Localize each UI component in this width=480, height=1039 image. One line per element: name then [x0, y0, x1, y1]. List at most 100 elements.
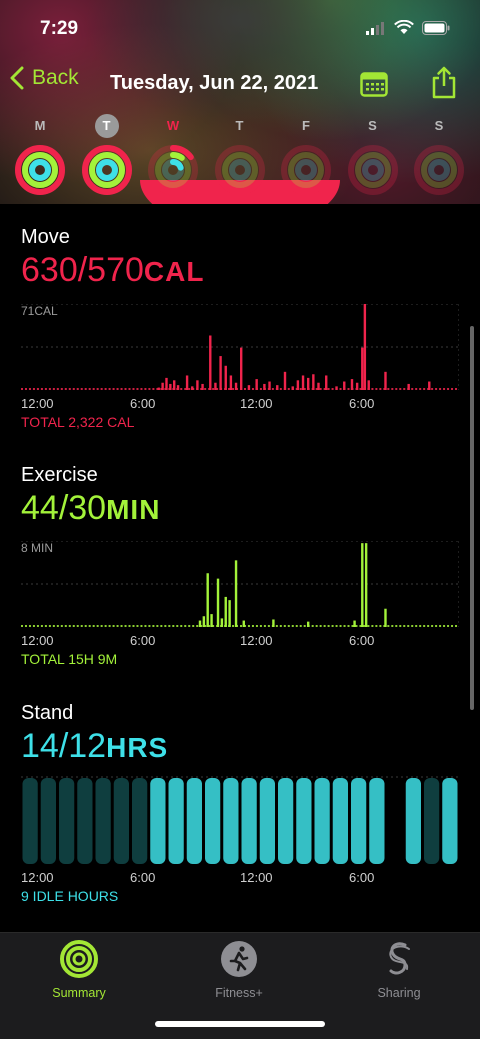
activity-rings-icon: [347, 145, 398, 195]
activity-rings-icon: [148, 145, 198, 195]
baseline-bar: [120, 625, 123, 627]
chart-bar: [428, 381, 431, 390]
baseline-bar: [112, 625, 115, 627]
chart-bar: [363, 304, 367, 390]
baseline-bar: [331, 625, 334, 627]
baseline-bar: [455, 388, 458, 390]
chart-bar: [185, 375, 189, 390]
baseline-bar: [399, 625, 402, 627]
baseline-bar: [21, 388, 23, 390]
chart-bar: [384, 608, 387, 627]
back-button[interactable]: Back: [10, 66, 79, 90]
baseline-bar: [172, 625, 175, 627]
baseline-bar: [48, 625, 51, 627]
chart-bar: [161, 382, 164, 390]
chart-bar: [228, 600, 231, 627]
day-6[interactable]: S: [409, 114, 469, 196]
baseline-bar: [259, 388, 262, 390]
baseline-bar: [56, 388, 59, 390]
stand-value-number: 14/12: [21, 727, 107, 765]
stand-chart-svg: [21, 776, 459, 864]
day-3[interactable]: T: [210, 114, 270, 196]
stand-hour-bar: [113, 778, 129, 864]
day-5[interactable]: S: [343, 114, 403, 196]
baseline-bar: [419, 625, 422, 627]
baseline-bar: [120, 388, 123, 390]
baseline-bar: [355, 625, 358, 627]
chart-bar: [206, 573, 209, 627]
baseline-bar: [140, 625, 143, 627]
stand-axis-tick: 6:00: [349, 870, 375, 885]
baseline-bar: [279, 625, 282, 627]
baseline-bar: [435, 388, 438, 390]
baseline-bar: [343, 625, 346, 627]
baseline-bar: [68, 388, 71, 390]
chart-bar: [384, 371, 387, 390]
baseline-bar: [100, 625, 103, 627]
day-2[interactable]: W: [143, 114, 203, 196]
tab-label: Fitness+: [215, 986, 263, 1000]
baseline-bar: [295, 625, 298, 627]
day-4[interactable]: F: [276, 114, 336, 196]
stand-hour-bar: [150, 778, 166, 864]
tab-summary[interactable]: Summary: [19, 939, 139, 1000]
baseline-bar: [204, 388, 207, 390]
baseline-bar: [315, 625, 318, 627]
baseline-bar: [411, 388, 414, 390]
chart-bar: [263, 383, 266, 390]
baseline-bar: [263, 625, 266, 627]
chart-bar: [216, 578, 220, 627]
baseline-bar: [439, 388, 442, 390]
baseline-bar: [399, 388, 402, 390]
baseline-bar: [275, 625, 278, 627]
baseline-bar: [80, 388, 83, 390]
baseline-bar: [24, 625, 27, 627]
day-1[interactable]: T: [77, 114, 137, 196]
activity-rings-icon: [15, 145, 65, 195]
baseline-bar: [64, 625, 67, 627]
move-axis-tick: 6:00: [349, 396, 375, 411]
baseline-bar: [108, 388, 111, 390]
baseline-bar: [379, 388, 382, 390]
baseline-bar: [132, 625, 135, 627]
exercise-axis-tick: 12:00: [21, 633, 54, 648]
stand-hour-bar: [40, 778, 56, 864]
baseline-bar: [28, 625, 31, 627]
baseline-bar: [64, 388, 67, 390]
status-time: 7:29: [40, 18, 79, 39]
baseline-bar: [112, 388, 115, 390]
baseline-bar: [104, 388, 107, 390]
move-section: Move 630/570CAL: [21, 226, 459, 291]
baseline-bar: [164, 625, 167, 627]
baseline-bar: [395, 388, 398, 390]
exercise-chart-svg: [21, 541, 459, 627]
exercise-title: Exercise: [21, 464, 98, 486]
baseline-bar: [60, 625, 63, 627]
tab-sharing[interactable]: Sharing: [339, 939, 459, 1000]
baseline-bar: [287, 625, 290, 627]
calendar-icon[interactable]: [360, 71, 388, 97]
home-indicator[interactable]: [155, 1021, 325, 1027]
share-icon[interactable]: [430, 66, 458, 100]
baseline-bar: [52, 388, 55, 390]
baseline-bar: [72, 625, 75, 627]
baseline-bar: [387, 388, 390, 390]
chart-bar: [224, 596, 227, 627]
baseline-bar: [251, 625, 254, 627]
baseline-bar: [267, 625, 270, 627]
scrollbar[interactable]: [470, 326, 474, 710]
baseline-bar: [212, 388, 215, 390]
chart-bar: [283, 371, 287, 390]
stand-hour-bar: [168, 778, 184, 864]
baseline-bar: [303, 625, 306, 627]
move-unit: CAL: [143, 256, 205, 287]
baseline-bar: [443, 388, 446, 390]
baseline-bar: [188, 625, 191, 627]
running-figure-icon: [221, 941, 257, 977]
baseline-bar: [76, 625, 79, 627]
baseline-bar: [387, 625, 390, 627]
tab-fitness-plus[interactable]: Fitness+: [179, 939, 299, 1000]
day-0[interactable]: M: [10, 114, 70, 196]
baseline-bar: [156, 625, 159, 627]
baseline-bar: [391, 388, 394, 390]
